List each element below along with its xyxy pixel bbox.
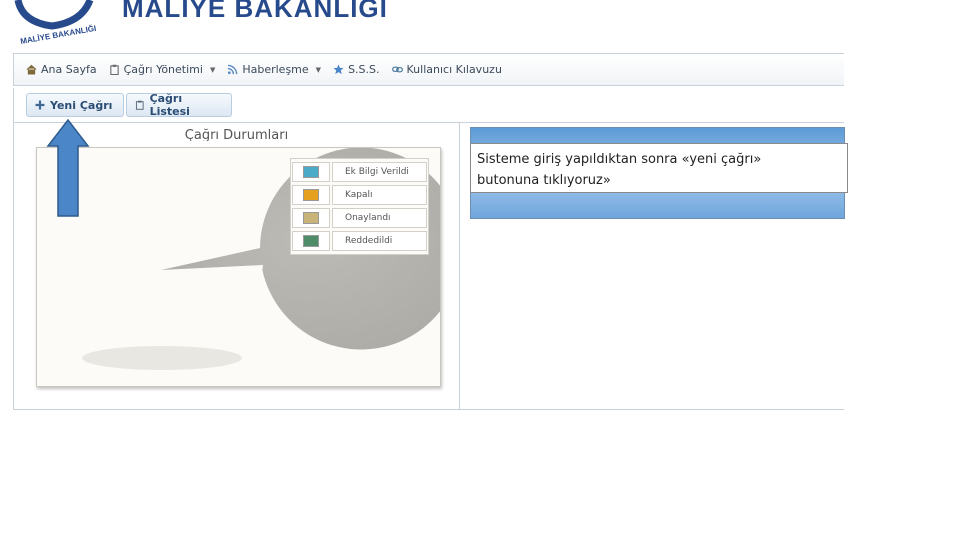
page-title: MALİYE BAKANLIĞI [122, 0, 388, 23]
chevron-down-icon: ▼ [315, 65, 322, 74]
callout-line-1: Sisteme giriş yapıldıktan sonra «yeni ça… [477, 152, 762, 167]
nav-item-faq[interactable]: S.S.S. [333, 63, 380, 76]
nav-item-home[interactable]: Ana Sayfa [26, 63, 97, 76]
chevron-down-icon: ▼ [209, 65, 216, 74]
nav-label: Ana Sayfa [41, 63, 97, 76]
nav-label: S.S.S. [348, 63, 380, 76]
legend-item: Ek Bilgi Verildi [292, 161, 427, 183]
legend-swatch [303, 189, 319, 201]
legend-item: Onaylandı [292, 207, 427, 229]
nav-item-communication[interactable]: Haberleşme ▼ [227, 63, 321, 76]
clipboard-icon [135, 100, 144, 110]
nav-item-call-management[interactable]: Çağrı Yönetimi ▼ [109, 63, 216, 76]
legend-item: Kapalı [292, 184, 427, 206]
new-call-label: Yeni Çağrı [50, 98, 113, 112]
legend-label: Kapalı [332, 185, 427, 205]
legend-swatch [303, 212, 319, 224]
ministry-logo: MALİYE BAKANLIĞI [14, 0, 97, 44]
chart-legend: Ek Bilgi Verildi Kapalı Onaylandı Redded… [290, 158, 429, 255]
legend-label: Ek Bilgi Verildi [332, 162, 427, 182]
callout-line-2: butonuna tıklıyoruz» [477, 173, 611, 188]
pie-chart-frame: Ek Bilgi Verildi Kapalı Onaylandı Redded… [36, 147, 441, 387]
legend-item: Reddedildi [292, 230, 427, 252]
nav-item-user-guide[interactable]: Kullanıcı Kılavuzu [391, 63, 502, 76]
nav-label: Kullanıcı Kılavuzu [406, 63, 502, 76]
legend-swatch [303, 166, 319, 178]
rss-icon [228, 64, 238, 75]
legend-label: Onaylandı [332, 208, 427, 228]
clipboard-icon [109, 64, 119, 75]
instruction-callout: Sisteme giriş yapıldıktan sonra «yeni ça… [470, 143, 848, 193]
call-list-button[interactable]: Çağrı Listesi [126, 92, 232, 118]
pie-shadow [82, 346, 242, 370]
nav-label: Haberleşme [242, 63, 309, 76]
new-call-button[interactable]: Yeni Çağrı [26, 93, 124, 117]
star-icon [333, 64, 344, 75]
call-list-label: Çağrı Listesi [149, 92, 190, 118]
link-icon [391, 66, 403, 73]
nav-label: Çağrı Yönetimi [123, 63, 203, 76]
home-icon [26, 64, 37, 75]
legend-swatch [303, 235, 319, 247]
action-toolbar: Yeni Çağrı Çağrı Listesi [13, 88, 844, 122]
plus-icon [35, 100, 45, 110]
main-navbar: Ana Sayfa Çağrı Yönetimi ▼ Haberleşme ▼ … [13, 53, 844, 86]
up-arrow-icon [46, 119, 90, 217]
legend-label: Reddedildi [332, 231, 427, 251]
